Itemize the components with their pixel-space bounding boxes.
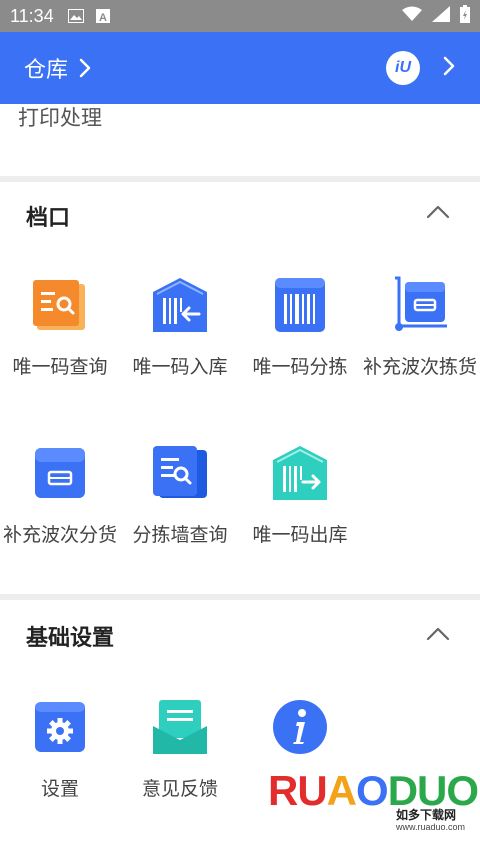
svg-text:A: A (99, 12, 107, 23)
tile-unique-code-inbound[interactable]: 唯一码入库 (120, 276, 240, 382)
tile-about[interactable] (240, 698, 360, 774)
box-icon (31, 444, 89, 502)
tile-feedback[interactable]: 意见反馈 (120, 698, 240, 804)
barcode-outbound-icon (271, 444, 329, 502)
tile-label: 唯一码出库 (252, 524, 348, 546)
list-search-icon (31, 276, 89, 334)
tile-unique-code-outbound[interactable]: 唯一码出库 (240, 444, 360, 550)
warehouse-title[interactable]: 仓库 (24, 52, 68, 84)
status-time: 11:34 (10, 5, 54, 26)
battery-icon (460, 5, 470, 27)
tile-label: 设置 (40, 778, 79, 800)
tile-unique-code-query[interactable]: 唯一码查询 (0, 276, 120, 382)
gear-icon (31, 698, 89, 756)
status-bar: 11:34 A (0, 0, 480, 32)
doc-search-icon (151, 444, 209, 502)
tile-sort-wall-query[interactable]: 分拣墙查询 (120, 444, 240, 550)
a-box-icon: A (95, 9, 110, 23)
watermark-sub: 如多下载网 (396, 808, 457, 822)
tile-label: 补充波次分货 (2, 524, 117, 546)
print-processing-label[interactable]: 打印处理 (18, 102, 102, 132)
tile-label: 唯一码入库 (132, 356, 228, 378)
tile-label: 唯一码分拣 (252, 356, 348, 378)
wifi-icon (402, 6, 422, 26)
tile-replenish-wave-pick[interactable]: 补充波次拣货 (360, 276, 480, 382)
app-bar: 仓库 iU (0, 32, 480, 104)
section-title: 档口 (26, 206, 71, 231)
app-logo-icon[interactable]: iU (386, 51, 420, 85)
tile-label: 补充波次拣货 (362, 356, 477, 378)
cart-box-icon (391, 276, 449, 334)
info-icon (271, 698, 329, 756)
tile-label: 唯一码查询 (12, 356, 108, 378)
barcode-inbound-icon (151, 276, 209, 334)
chevron-up-icon[interactable] (426, 626, 450, 645)
feedback-icon (151, 698, 209, 756)
tile-replenish-wave-distribute[interactable]: 补充波次分货 (0, 444, 120, 550)
watermark-url: www.ruaduo.com (396, 822, 466, 832)
chevron-right-icon[interactable] (78, 57, 92, 79)
tile-label: 意见反馈 (141, 778, 218, 800)
tile-unique-code-sort[interactable]: 唯一码分拣 (240, 276, 360, 382)
tile-label: 分拣墙查询 (132, 524, 228, 546)
image-icon (67, 9, 84, 23)
stall-section: 档口 唯一码查询 唯一码入库 唯一码分拣 补充波次拣货 补充波次分货 分拣墙查询… (0, 182, 480, 594)
watermark-logo: RUAODUO 如多下载网 www.ruaduo.com (268, 770, 479, 844)
chevron-right-icon[interactable] (442, 55, 456, 81)
tile-settings[interactable]: 设置 (0, 698, 120, 804)
chevron-up-icon[interactable] (426, 204, 450, 223)
signal-icon (432, 6, 450, 26)
print-card: 打印处理 (0, 104, 480, 176)
section-title: 基础设置 (26, 626, 115, 651)
barcode-sort-icon (271, 276, 329, 334)
